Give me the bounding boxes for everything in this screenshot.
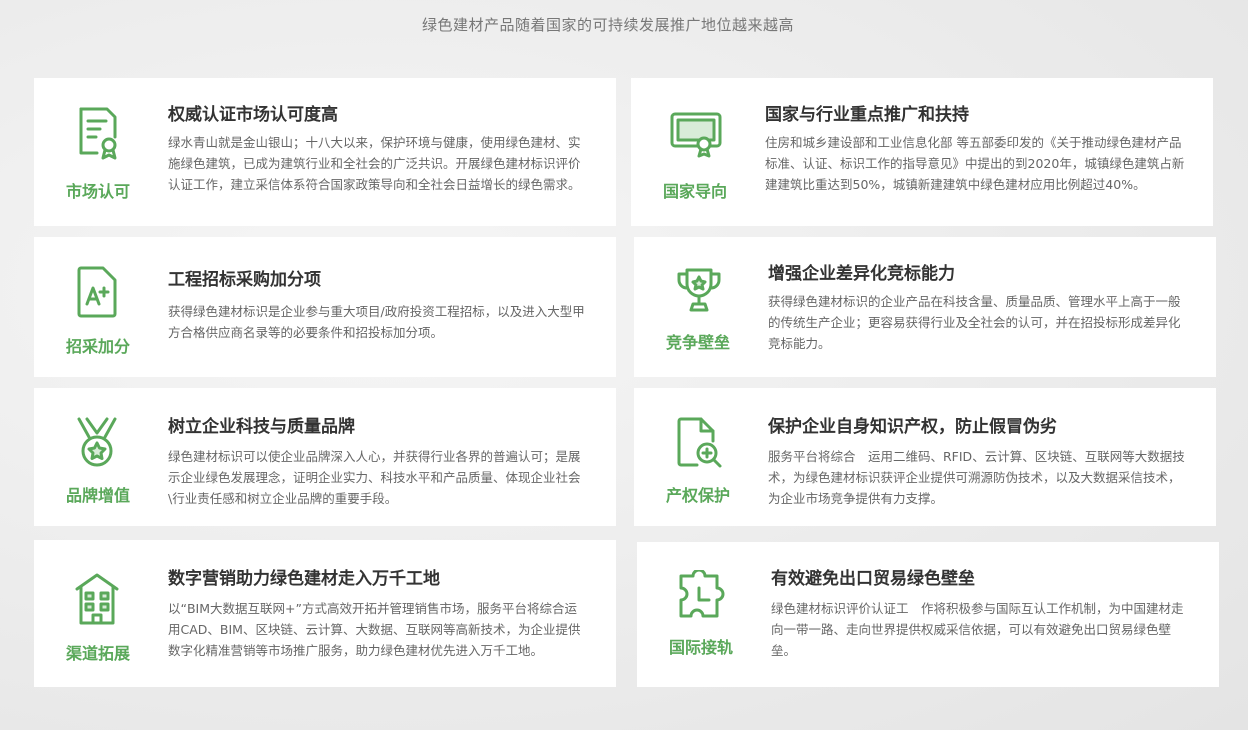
card-channel-expansion: 渠道拓展 数字营销助力绿色建材走入万千工地 以“BIM大数据互联网+”方式高效开… [34, 540, 616, 687]
card-title: 树立企业科技与质量品牌 [168, 417, 355, 437]
card-title: 权威认证市场认可度高 [168, 105, 338, 125]
tag-label: 渠道拓展 [65, 644, 130, 663]
tag-label: 产权保护 [665, 486, 730, 505]
card-description: 获得绿色建材标识是企业参与重大项目/政府投资工程招标，以及进入大型甲方合格供应商… [168, 304, 585, 340]
tag-label: 市场认可 [65, 182, 130, 201]
trophy-icon [670, 263, 728, 321]
card-brand-value: 品牌增值 树立企业科技与质量品牌 绿色建材标识可以使企业品牌深入人心，并获得行业… [34, 388, 616, 526]
card-title: 保护企业自身知识产权，防止假冒伪劣 [768, 417, 1057, 437]
tag-label: 国际接轨 [668, 638, 733, 657]
certificate-icon [68, 104, 126, 162]
page-subtitle: 绿色建材产品随着国家的可持续发展推广地位越来越高 [421, 16, 794, 34]
card-description: 绿水青山就是金山银山；十八大以来，保护环境与健康，使用绿色建材、实施绿色建筑，已… [168, 135, 581, 192]
card-description: 获得绿色建材标识的企业产品在科技含量、质量品质、管理水平上高于一般的传统生产企业… [768, 294, 1181, 351]
card-title: 有效避免出口贸易绿色壁垒 [771, 569, 975, 589]
card-description: 绿色建材标识可以使企业品牌深入人心，并获得行业各界的普遍认可；是展示企业绿色发展… [168, 449, 581, 506]
card-title: 国家与行业重点推广和扶持 [765, 105, 969, 125]
puzzle-icon [673, 568, 731, 626]
medal-icon [68, 414, 126, 472]
card-description: 以“BIM大数据互联网+”方式高效开拓并管理销售市场，服务平台将综合运用CAD、… [168, 601, 581, 658]
building-icon [68, 570, 126, 628]
card-competitive-barrier: 竞争壁垒 增强企业差异化竞标能力 获得绿色建材标识的企业产品在科技含量、质量品质… [634, 237, 1216, 377]
tag-label: 竞争壁垒 [665, 333, 730, 352]
card-title: 工程招标采购加分项 [168, 270, 321, 290]
tag-label: 招采加分 [65, 337, 130, 356]
tag-label: 品牌增值 [65, 486, 130, 505]
card-ip-protection: 产权保护 保护企业自身知识产权，防止假冒伪劣 服务平台将综合 运用二维码、RFI… [634, 388, 1216, 526]
card-title: 增强企业差异化竞标能力 [768, 264, 955, 284]
grade-document-icon [68, 263, 126, 321]
document-search-icon [670, 414, 728, 472]
card-bidding-bonus: 招采加分 工程招标采购加分项 获得绿色建材标识是企业参与重大项目/政府投资工程招… [34, 237, 616, 377]
award-certificate-icon [667, 104, 725, 162]
card-title: 数字营销助力绿色建材走入万千工地 [168, 569, 440, 589]
card-description: 住房和城乡建设部和工业信息化部 等五部委印发的《关于推动绿色建材产品标准、认证、… [765, 135, 1185, 192]
card-market-recognition: 市场认可 权威认证市场认可度高 绿水青山就是金山银山；十八大以来，保护环境与健康… [34, 78, 616, 226]
card-description: 绿色建材标识评价认证工 作将积极参与国际互认工作机制，为中国建材走向一带一路、走… [771, 601, 1184, 658]
tag-label: 国家导向 [662, 182, 727, 201]
card-description: 服务平台将综合 运用二维码、RFID、云计算、区块链、互联网等大数据技术，为绿色… [768, 449, 1185, 506]
card-national-guidance: 国家导向 国家与行业重点推广和扶持 住房和城乡建设部和工业信息化部 等五部委印发… [631, 78, 1213, 226]
card-international: 国际接轨 有效避免出口贸易绿色壁垒 绿色建材标识评价认证工 作将积极参与国际互认… [637, 542, 1219, 687]
